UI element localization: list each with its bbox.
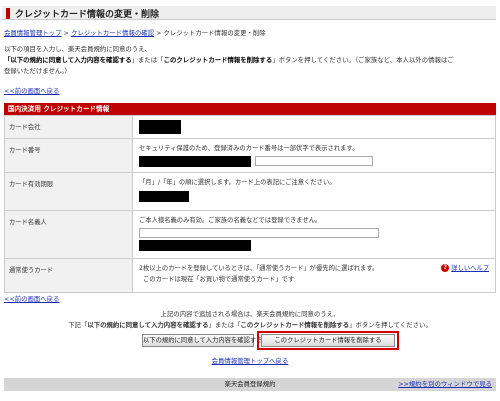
holder-input[interactable] xyxy=(139,228,379,238)
bottom-line-2: 下記「以下の規約に同意して入力内容を確認する」または「このクレジットカード情報を… xyxy=(0,320,500,329)
holder-note: ご本人様名義のみ有効。ご家族の名義などでは登録できません。 xyxy=(139,217,322,224)
page-title-bar: クレジットカード情報の変更・削除 xyxy=(2,6,496,20)
card-company-label: カード会社 xyxy=(4,115,133,139)
bottom-bold-confirm: 以下の規約に同意して入力内容を確認する xyxy=(87,321,209,329)
help-link[interactable]: 詳しいヘルプ xyxy=(451,265,489,272)
intro-text: 以下の項目を入力し、楽天会員規約に同意のうえ、 「以下の規約に同意して入力内容を… xyxy=(4,44,496,77)
delete-card-button[interactable]: このクレジットカード情報を削除する xyxy=(261,334,395,347)
row-card-company: カード会社 xyxy=(4,115,496,139)
breadcrumb: 会員情報管理トップ > クレジットカード情報の確認 > クレジットカード情報の変… xyxy=(4,28,266,37)
bottom-line-1: 上記の内容で追加される場合は、楽天会員規約に同意のうえ、 xyxy=(160,310,340,318)
card-number-note: セキュリティ保護のため、登録済みのカード番号は一部伏字で表示されます。 xyxy=(139,145,359,152)
breadcrumb-separator: > xyxy=(61,29,71,37)
intro-end: 」ボタンを押してください。（ご家族など、本人以外の情報はご xyxy=(272,56,454,64)
row-holder: カード名義人 ご本人様名義のみ有効。ご家族の名義などでは登録できません。 xyxy=(4,210,496,259)
section-header: 国内決済用 クレジットカード情報 xyxy=(4,103,496,115)
intro-line-1: 以下の項目を入力し、楽天会員規約に同意のうえ、 xyxy=(4,45,151,53)
confirm-button[interactable]: 以下の規約に同意して入力内容を確認する xyxy=(142,334,262,347)
bottom-end: 」ボタンを押してください。 xyxy=(349,321,432,329)
card-number-label: カード番号 xyxy=(4,138,133,173)
holder-value: ご本人様名義のみ有効。ご家族の名義などでは登録できません。 xyxy=(132,210,496,259)
default-card-value: 2枚以上のカードを登録しているときは、「通常使うカード」が優先的に選ばれます。 … xyxy=(132,258,496,293)
intro-line-3: 登録いただけません。） xyxy=(4,67,71,75)
expiry-value: 「月」/「年」の順に選択します。カード上の表記にご注意ください。 xyxy=(132,172,496,211)
bottom-pre: 下記「 xyxy=(68,321,88,329)
row-expiry: カード有効期限 「月」/「年」の順に選択します。カード上の表記にご注意ください。 xyxy=(4,172,496,211)
footer-bar: 楽天会員登録規約 >>規約を別のウィンドウで見る xyxy=(4,378,496,391)
card-form-table: カード会社 カード番号 セキュリティ保護のため、登録済みのカード番号は一部伏字で… xyxy=(4,115,496,293)
card-number-redacted xyxy=(139,156,251,167)
intro-bold-confirm: 「以下の規約に同意して入力内容を確認する xyxy=(4,56,132,64)
help-icon: ? xyxy=(441,264,450,272)
back-link-top[interactable]: <<前の画面へ戻る xyxy=(4,86,59,95)
bottom-bold-delete: このクレジットカード情報を削除する xyxy=(240,321,350,329)
breadcrumb-card-confirm-link[interactable]: クレジットカード情報の確認 xyxy=(71,29,154,37)
bottom-mid: 」または「 xyxy=(208,321,241,329)
title-accent-bar xyxy=(6,8,10,19)
holder-label: カード名義人 xyxy=(4,210,133,259)
row-card-number: カード番号 セキュリティ保護のため、登録済みのカード番号は一部伏字で表示されます… xyxy=(4,138,496,173)
expiry-label: カード有効期限 xyxy=(4,172,133,211)
intro-line-2: 「以下の規約に同意して入力内容を確認する」または「このクレジットカード情報を削除… xyxy=(4,55,496,66)
card-company-redacted xyxy=(139,120,181,134)
card-number-value: セキュリティ保護のため、登録済みのカード番号は一部伏字で表示されます。 xyxy=(132,138,496,173)
row-default-card: 通常使うカード 2枚以上のカードを登録しているときは、「通常使うカード」が優先的… xyxy=(4,258,496,293)
default-card-line1: 2枚以上のカードを登録しているときは、「通常使うカード」が優先的に選ばれます。 … xyxy=(139,263,489,272)
back-link-bottom[interactable]: <<前の画面へ戻る xyxy=(4,294,59,303)
back-top-link-text[interactable]: 会員情報管理トップへ戻る xyxy=(212,357,289,365)
card-number-inputs xyxy=(139,156,489,167)
expiry-note: 「月」/「年」の順に選択します。カード上の表記にご注意ください。 xyxy=(139,179,336,186)
default-card-note-2: このカードは現在「お買い物で通常使うカード」です xyxy=(143,276,295,283)
breadcrumb-current: クレジットカード情報の変更・削除 xyxy=(163,29,266,37)
expiry-select-redacted[interactable] xyxy=(139,191,189,202)
page-title: クレジットカード情報の変更・削除 xyxy=(15,10,160,20)
default-card-note-1: 2枚以上のカードを登録しているときは、「通常使うカード」が優先的に選ばれます。 xyxy=(139,265,379,272)
help-link-wrap[interactable]: ? 詳しいヘルプ xyxy=(441,263,489,272)
card-company-value xyxy=(132,115,496,139)
back-top-link: 会員情報管理トップへ戻る xyxy=(0,356,500,365)
card-number-input[interactable] xyxy=(255,156,373,166)
intro-mid: 」または「 xyxy=(131,56,164,64)
default-card-label: 通常使うカード xyxy=(4,258,133,293)
open-new-window-link[interactable]: >>規約を別のウィンドウで見る xyxy=(398,378,492,391)
breadcrumb-member-top-link[interactable]: 会員情報管理トップ xyxy=(4,29,62,37)
intro-bold-delete: このクレジットカード情報を削除する xyxy=(163,56,273,64)
holder-name-redacted xyxy=(139,240,251,251)
